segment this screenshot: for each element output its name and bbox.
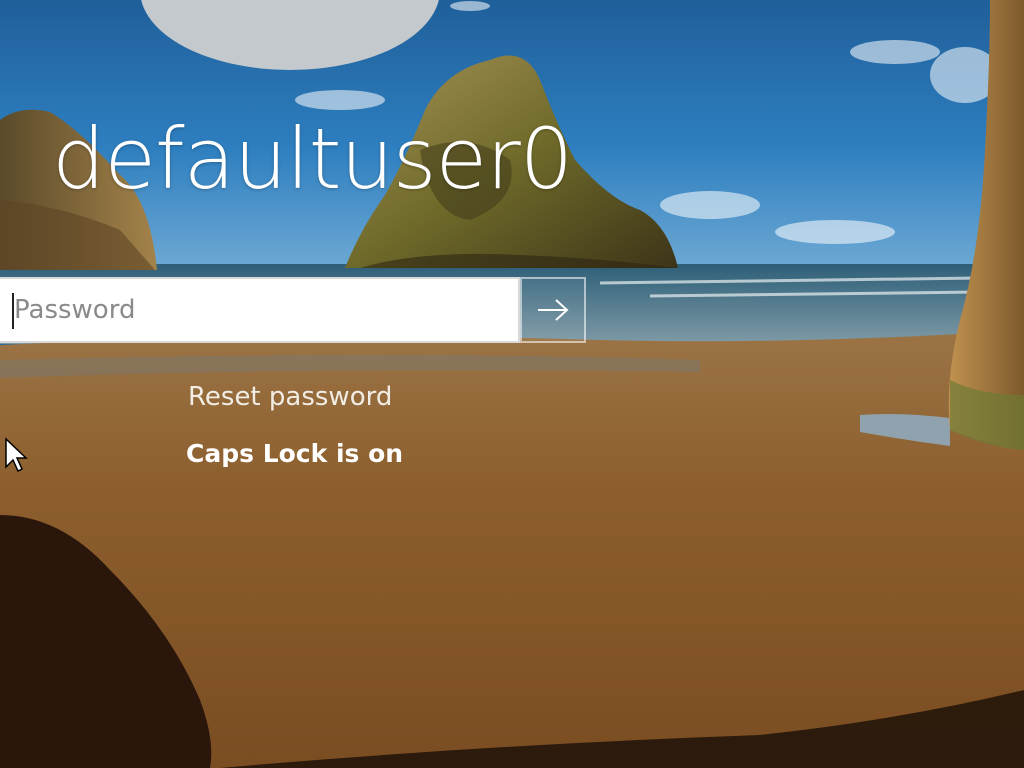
submit-button[interactable] <box>520 277 586 343</box>
mouse-cursor-icon <box>5 437 28 473</box>
lock-screen: defaultuser0 Reset password Caps Lock is… <box>0 0 1024 768</box>
password-input[interactable] <box>14 279 504 341</box>
caps-lock-warning: Caps Lock is on <box>186 439 404 468</box>
arrow-right-icon <box>538 299 569 321</box>
reset-password-link[interactable]: Reset password <box>188 382 392 412</box>
password-field[interactable] <box>0 277 520 343</box>
user-name: defaultuser0 <box>52 110 573 208</box>
